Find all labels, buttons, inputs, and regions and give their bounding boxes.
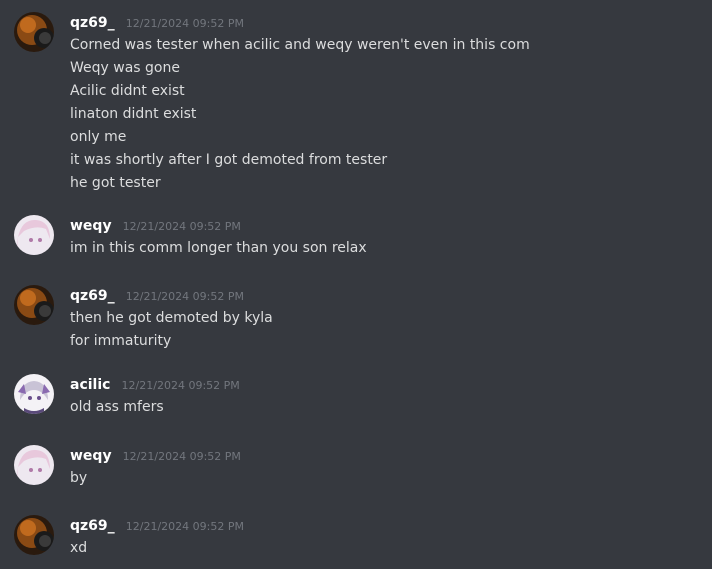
- message-line: xd: [70, 540, 88, 556]
- weqy-avatar[interactable]: [14, 445, 54, 485]
- timestamp: 12/21/2024 09:52 PM: [125, 520, 244, 533]
- acilic-avatar[interactable]: [14, 374, 54, 414]
- qz69-avatar[interactable]: [14, 285, 54, 325]
- message-content: then he got demoted by kyla for immaturi…: [70, 307, 273, 353]
- message-line: old ass mfers: [70, 399, 164, 415]
- timestamp: 12/21/2024 09:52 PM: [122, 450, 241, 463]
- message-line: im in this comm longer than you son rela…: [70, 240, 367, 256]
- message-content: im in this comm longer than you son rela…: [70, 237, 367, 260]
- message-content: Corned was tester when acilic and weqy w…: [70, 34, 530, 195]
- username[interactable]: qz69_: [70, 15, 115, 31]
- message-line: Weqy was gone: [70, 60, 180, 76]
- message-line: then he got demoted by kyla: [70, 310, 273, 326]
- username[interactable]: acilic: [70, 377, 110, 393]
- message-content: xd: [70, 537, 87, 560]
- message-content: by: [70, 467, 87, 490]
- timestamp: 12/21/2024 09:52 PM: [121, 379, 240, 392]
- message-content: old ass mfers: [70, 396, 164, 419]
- weqy-avatar[interactable]: [14, 215, 54, 255]
- message-line: Corned was tester when acilic and weqy w…: [70, 37, 530, 53]
- message-line: he got tester: [70, 175, 161, 191]
- timestamp: 12/21/2024 09:52 PM: [125, 290, 244, 303]
- username[interactable]: weqy: [70, 448, 112, 464]
- message-header: acilic 12/21/2024 09:52 PM: [70, 374, 240, 394]
- username[interactable]: qz69_: [70, 288, 115, 304]
- qz69-avatar[interactable]: [14, 12, 54, 52]
- message-header: weqy 12/21/2024 09:52 PM: [70, 445, 241, 465]
- timestamp: 12/21/2024 09:52 PM: [122, 220, 241, 233]
- username[interactable]: qz69_: [70, 518, 115, 534]
- chat-message-list: qz69_ 12/21/2024 09:52 PM Corned was tes…: [0, 0, 712, 569]
- message-line: it was shortly after I got demoted from …: [70, 152, 388, 168]
- message-line: by: [70, 470, 88, 486]
- message-line: only me: [70, 129, 127, 145]
- message-header: qz69_ 12/21/2024 09:52 PM: [70, 515, 244, 535]
- message-header: qz69_ 12/21/2024 09:52 PM: [70, 12, 244, 32]
- qz69-avatar[interactable]: [14, 515, 54, 555]
- timestamp: 12/21/2024 09:52 PM: [125, 17, 244, 30]
- message-line: for immaturity: [70, 333, 172, 349]
- message-line: linaton didnt exist: [70, 106, 197, 122]
- username[interactable]: weqy: [70, 218, 112, 234]
- message-header: weqy 12/21/2024 09:52 PM: [70, 215, 241, 235]
- message-line: Acilic didnt exist: [70, 83, 185, 99]
- message-header: qz69_ 12/21/2024 09:52 PM: [70, 285, 244, 305]
